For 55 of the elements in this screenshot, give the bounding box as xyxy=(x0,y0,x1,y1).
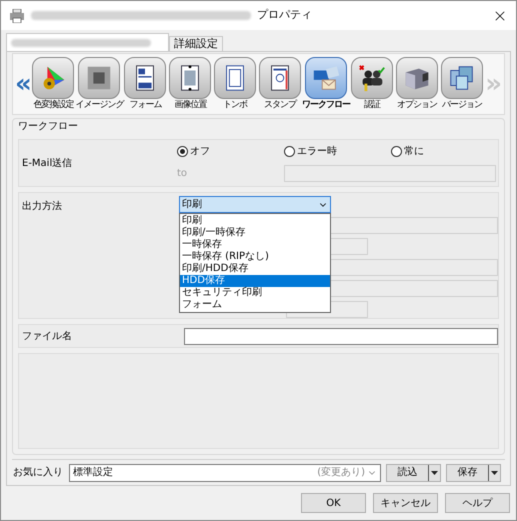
stamp-tool-icon[interactable] xyxy=(259,56,302,98)
form-tool-icon[interactable] xyxy=(124,56,166,98)
dialog-button[interactable]: ヘルプ xyxy=(445,493,510,513)
filename-field[interactable] xyxy=(184,328,498,344)
to-label: to xyxy=(177,167,188,181)
dropdown-option[interactable]: HDD保存 xyxy=(180,275,330,287)
tool-label[interactable]: オプション xyxy=(396,98,437,112)
favorites-label: お気に入り xyxy=(12,466,64,480)
tool-label[interactable]: 画像位置 xyxy=(174,98,206,112)
dialog-button[interactable]: OK xyxy=(301,493,366,513)
tool-label[interactable]: 色変換設定 xyxy=(33,98,74,112)
tool-label[interactable]: イメージング xyxy=(75,98,124,112)
radio-button[interactable] xyxy=(391,146,402,157)
output-select[interactable]: 印刷 xyxy=(179,196,331,213)
auth-tool-icon[interactable] xyxy=(350,56,393,98)
radio-button[interactable] xyxy=(284,146,295,157)
dropdown-option[interactable]: セキュリティ印刷 xyxy=(180,287,330,299)
output-label: 出力方法 xyxy=(21,200,63,214)
caret-icon xyxy=(491,470,498,474)
trim-tool-icon[interactable] xyxy=(214,56,256,98)
filename-label: ファイル名 xyxy=(21,330,73,344)
color-tool-icon[interactable] xyxy=(32,56,74,98)
radio-label: オフ xyxy=(190,145,210,159)
caret-icon xyxy=(431,470,438,474)
tab[interactable]: 詳細設定 xyxy=(169,36,223,51)
tool-label[interactable]: フォーム xyxy=(129,98,162,112)
changed-note: (変更あり) xyxy=(317,466,365,480)
dialog-button[interactable]: キャンセル xyxy=(373,493,438,513)
window-title: プロパティ xyxy=(257,7,312,24)
printer-icon xyxy=(9,8,25,22)
tool-label[interactable]: スタンプ xyxy=(264,98,296,112)
workflow-tool-icon[interactable] xyxy=(305,56,348,98)
email-label: E-Mail送信 xyxy=(21,156,74,170)
dropdown-option[interactable]: フォーム xyxy=(180,299,330,311)
tool-label[interactable]: バージョン xyxy=(442,98,482,112)
dropdown-option[interactable]: 印刷 xyxy=(180,215,330,227)
position-tool-icon[interactable] xyxy=(169,56,212,98)
option-tool-icon[interactable] xyxy=(396,56,438,98)
version-tool-icon[interactable] xyxy=(440,56,483,98)
split-button[interactable]: 保存 xyxy=(446,464,501,482)
favorites-combo[interactable]: 標準設定 (変更あり) xyxy=(69,464,381,482)
radio-button[interactable] xyxy=(177,146,188,157)
prev-button[interactable]: « xyxy=(15,71,31,97)
tool-label[interactable]: トンボ xyxy=(223,98,248,112)
dropdown-option[interactable]: 一時保存 xyxy=(180,239,330,251)
imaging-tool-icon[interactable] xyxy=(78,56,120,98)
dropdown-option[interactable]: 印刷/HDD保存 xyxy=(180,263,330,275)
group-title: ワークフロー xyxy=(18,120,79,134)
tool-label[interactable]: ワークフロー xyxy=(302,98,350,112)
split-button[interactable]: 読込 xyxy=(386,464,441,482)
dropdown-option[interactable]: 一時保存 (RIPなし) xyxy=(180,251,330,263)
radio-label: 常に xyxy=(404,144,424,159)
radio-label: エラー時 xyxy=(297,144,337,159)
tool-label[interactable]: 認証 xyxy=(364,98,380,112)
dropdown-option[interactable]: 印刷/一時保存 xyxy=(180,227,330,239)
